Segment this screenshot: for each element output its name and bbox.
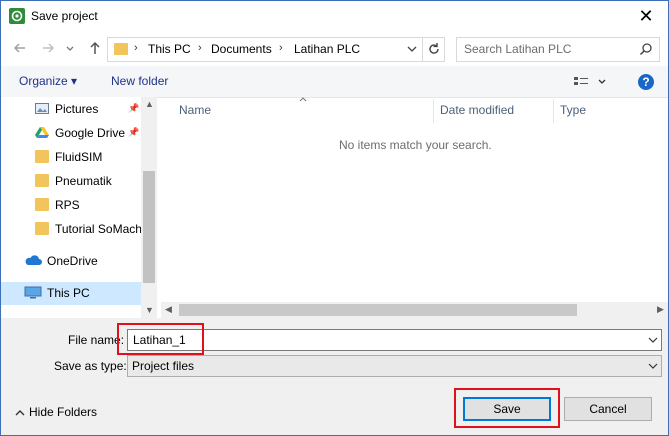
column-header-type[interactable]: Type	[560, 103, 586, 117]
sidebar-item-label: RPS	[55, 198, 80, 212]
command-bar: Organize ▾ New folder ?	[1, 66, 668, 98]
empty-message: No items match your search.	[339, 138, 492, 152]
folder-icon	[35, 150, 49, 163]
save-form: File name: Latihan_1 Save as type: Proje…	[1, 318, 668, 435]
address-bar[interactable]: › This PC › Documents › Latihan PLC	[107, 37, 445, 62]
pin-icon: 📌	[128, 103, 140, 113]
organize-button[interactable]: Organize ▾	[19, 74, 77, 88]
chevron-down-icon	[407, 46, 417, 52]
save-project-dialog: Save project ✕ › This PC › Documents › L…	[0, 0, 669, 436]
sidebar-item-onedrive[interactable]: OneDrive	[1, 250, 141, 272]
sidebar-item-label: FluidSIM	[55, 150, 103, 164]
sidebar-scrollbar[interactable]: ▲ ▼	[141, 97, 157, 318]
search-icon[interactable]	[639, 42, 653, 56]
save-button-highlight	[454, 388, 560, 428]
pc-icon	[24, 286, 42, 299]
arrow-left-icon	[13, 43, 25, 53]
column-divider[interactable]	[553, 99, 554, 123]
sidebar-item-pneumatik[interactable]: Pneumatik	[1, 170, 141, 192]
close-icon: ✕	[638, 6, 654, 26]
column-header-name[interactable]: Name	[179, 103, 211, 117]
recent-locations-button[interactable]	[64, 40, 76, 58]
pictures-icon	[35, 103, 49, 114]
sidebar-item-rps[interactable]: RPS	[1, 194, 141, 216]
sidebar-item-label: Pneumatik	[55, 174, 112, 188]
chevron-down-icon	[648, 363, 658, 369]
file-name-highlight	[117, 323, 204, 355]
back-button[interactable]	[11, 40, 29, 58]
breadcrumb-separator: ›	[198, 42, 202, 54]
breadcrumb-separator: ›	[279, 42, 283, 54]
scroll-left-icon[interactable]: ◀	[165, 304, 172, 315]
up-button[interactable]	[86, 40, 104, 58]
search-input[interactable]: Search Latihan PLC	[464, 42, 571, 56]
change-view-button[interactable]	[574, 75, 608, 92]
arrow-up-icon	[90, 41, 100, 54]
breadcrumb-separator: ›	[134, 42, 138, 54]
sidebar-item-tutorial-somach[interactable]: Tutorial SoMach	[1, 218, 141, 240]
scroll-up-icon[interactable]: ▲	[145, 99, 154, 109]
refresh-icon	[429, 43, 439, 54]
folder-icon	[35, 222, 49, 235]
google-drive-icon	[35, 127, 49, 138]
save-as-type-select[interactable]: Project files	[127, 355, 662, 377]
navigation-pane: Pictures 📌 Google Drive 📌 FluidSIM Pneum…	[1, 97, 157, 318]
arrow-right-icon	[43, 43, 55, 53]
cancel-button[interactable]: Cancel	[564, 397, 652, 421]
scroll-right-icon[interactable]: ▶	[657, 304, 664, 315]
sidebar-item-label: Tutorial SoMach	[55, 222, 141, 236]
scrollbar-thumb[interactable]	[143, 171, 155, 283]
sidebar-item-label: OneDrive	[47, 254, 98, 268]
save-as-type-label: Save as type:	[54, 359, 127, 373]
view-list-icon	[574, 77, 606, 85]
sidebar-item-google-drive[interactable]: Google Drive 📌	[1, 122, 141, 144]
onedrive-icon	[25, 255, 42, 265]
scrollbar-thumb[interactable]	[179, 304, 577, 316]
column-header-date-modified[interactable]: Date modified	[440, 103, 514, 117]
sidebar-item-label: Pictures	[55, 102, 99, 116]
file-list-scrollbar[interactable]: ◀ ▶	[161, 302, 668, 318]
sidebar-item-label: This PC	[47, 286, 90, 300]
refresh-button[interactable]	[422, 38, 445, 61]
pin-icon: 📌	[128, 127, 140, 137]
save-as-type-value: Project files	[132, 359, 195, 373]
breadcrumb-latihan-plc[interactable]: Latihan PLC	[294, 42, 360, 56]
help-icon[interactable]: ?	[638, 74, 654, 90]
chevron-down-icon	[66, 46, 74, 51]
folder-icon	[114, 43, 128, 55]
forward-button[interactable]	[39, 40, 57, 58]
breadcrumb-this-pc[interactable]: This PC	[148, 42, 191, 56]
scroll-down-icon[interactable]: ▼	[145, 305, 154, 315]
chevron-up-icon	[15, 409, 25, 416]
address-dropdown-button[interactable]	[404, 41, 420, 57]
sidebar-item-label: Google Drive	[55, 126, 126, 140]
search-box[interactable]: Search Latihan PLC	[456, 37, 660, 62]
chevron-down-icon[interactable]	[648, 336, 658, 344]
file-name-label: File name:	[68, 333, 125, 347]
file-list: Name Date modified Type No items match y…	[161, 97, 668, 318]
sidebar-item-pictures[interactable]: Pictures 📌	[1, 98, 141, 120]
folder-icon	[35, 198, 49, 211]
title-bar: Save project ✕	[1, 1, 668, 32]
hide-folders-button[interactable]: Hide Folders	[15, 405, 97, 419]
column-divider[interactable]	[433, 99, 434, 123]
app-icon	[9, 8, 25, 24]
sort-ascending-icon	[299, 97, 307, 102]
file-name-input[interactable]: Latihan_1	[127, 329, 662, 351]
breadcrumb-documents[interactable]: Documents	[211, 42, 272, 56]
close-button[interactable]: ✕	[629, 5, 663, 27]
sidebar-item-this-pc[interactable]: This PC	[1, 282, 141, 305]
sidebar-item-fluidsim[interactable]: FluidSIM	[1, 146, 141, 168]
window-title: Save project	[31, 9, 98, 23]
folder-icon	[35, 174, 49, 187]
hide-folders-label: Hide Folders	[29, 405, 98, 419]
new-folder-button[interactable]: New folder	[111, 74, 168, 88]
navigation-bar: › This PC › Documents › Latihan PLC Sear…	[1, 32, 668, 66]
